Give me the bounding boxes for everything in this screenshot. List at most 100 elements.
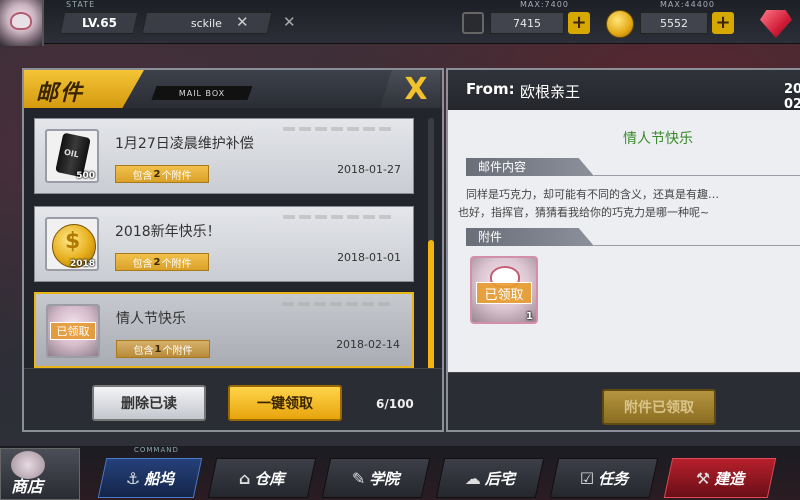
nav-dorm[interactable]: ☁ 后宅 [435,458,545,498]
claim-all-button[interactable]: 一键领取 [228,385,342,421]
nav-academy[interactable]: ✎ 学院 [321,458,431,498]
mail-title: 邮件 [36,81,85,106]
mail-item[interactable]: 2018 2018新年快乐！ 包含2个附件 2018-01-01 [34,206,414,282]
claimed-stamp: 已领取 [476,282,532,304]
nav-label: 仓库 [254,469,285,488]
shop-label: 商店 [11,477,44,496]
mailbox-subtitle: MAIL BOX [151,86,253,100]
oil-barrel-icon: 500 [45,129,99,183]
sender-name: 欧根亲王 [520,83,581,101]
task-icon: ☑ [579,468,595,488]
attachment-badge: 包含 2 个附件 [115,253,209,271]
badge-count: 1 [154,343,162,355]
badge-suffix: 个附件 [161,170,192,182]
mail-scroll-thumb[interactable] [428,240,434,370]
mail-subject: 2018新年快乐！ [115,224,221,240]
fuel-icon [462,12,484,34]
close-button[interactable]: X [380,70,440,108]
close-x-icon: ✕ [236,13,249,31]
mail-item[interactable]: 500 1月27日凌晨维护补偿 包含2个附件 2018-01-27 [34,118,414,194]
badge-prefix: 包含 [133,345,154,357]
mail-count: 6/100 [376,397,414,411]
bottom-nav: 商店 COMMAND ⚓ 船坞 ⌂ 仓库 ✎ 学院 ☁ 后宅 ☑ 任务 ⚒ 建造 [0,446,800,500]
player-name-display[interactable]: sckile [141,12,273,34]
badge-suffix: 个附件 [162,345,193,357]
command-tag: COMMAND [134,446,179,454]
top-status-bar: STATE LV.65 sckile ✕ ✕ MAX:7400 7415 + M… [0,0,800,46]
anchor-icon: ⚓ [125,468,141,488]
mail-body-line: 也好，指挥官，猜猜看我给你的巧克力是哪一种呢~ [458,206,710,219]
badge-suffix: 个附件 [161,258,192,270]
mail-header: 邮件 MAIL BOX X [24,70,442,108]
nav-label: 船坞 [144,469,175,488]
mailbox-subtitle-text: MAIL BOX [178,88,226,98]
shop-button[interactable]: 商店 [0,448,80,500]
mail-subject: 1月27日凌晨维护补偿 [115,136,254,152]
decor-lines [283,127,393,131]
academy-icon: ✎ [352,468,366,488]
player-avatar[interactable] [0,0,44,46]
attachment-claimed-button[interactable]: 附件已领取 [602,389,716,425]
detail-date: 2018-02-14 [784,82,800,112]
fuel-value: 7415 [490,12,564,34]
attachment-badge: 包含 2 个附件 [115,165,209,183]
mail-panel: 邮件 MAIL BOX X 500 1月27日凌晨维护补偿 包含2个附件 201… [22,68,444,432]
badge-count: 2 [153,168,161,180]
nav-label: 学院 [369,469,400,488]
thumb-count: 500 [76,171,95,181]
nav-build[interactable]: ⚒ 建造 [663,458,777,498]
add-fuel-button[interactable]: + [568,12,590,34]
attachment-item[interactable]: 已领取 1 [470,256,538,324]
close-icon: X [404,71,428,107]
player-name: sckile [191,16,223,30]
decor-lines [283,215,393,219]
nav-tasks[interactable]: ☑ 任务 [549,458,659,498]
mail-body-line: 同样是巧克力，却可能有不同的含义，还真是有趣… [466,188,719,201]
attachments-section-tag: 附件 [466,228,594,246]
section-divider [594,245,800,246]
attachment-badge: 包含 1 个附件 [116,340,210,358]
warehouse-icon: ⌂ [239,468,251,488]
badge-prefix: 包含 [132,170,153,182]
detail-footer: 附件已领取 [448,372,800,430]
content-section-tag: 邮件内容 [466,158,594,176]
nav-warehouse[interactable]: ⌂ 仓库 [207,458,317,498]
from-label: From: [466,80,515,98]
mail-subject: 情人节快乐 [116,311,186,327]
delete-read-button[interactable]: 删除已读 [92,385,206,421]
mail-date: 2018-02-14 [336,338,400,351]
claimed-stamp: 已领取 [50,322,96,340]
nav-dock[interactable]: ⚓ 船坞 [97,458,203,498]
mail-date: 2018-01-27 [337,163,401,176]
mail-detail-title: 情人节快乐 [623,131,693,147]
mail-footer: 删除已读 一键领取 6/100 [24,368,442,430]
fuel-max-label: MAX:7400 [520,0,569,9]
build-icon: ⚒ [695,468,711,488]
state-label: STATE [66,0,96,9]
mail-date: 2018-01-01 [337,251,401,264]
coin-max-label: MAX:44400 [660,0,715,9]
badge-count: 2 [153,256,161,268]
character-portrait-icon: 已领取 [46,304,100,358]
nav-label: 后宅 [484,469,515,488]
decor-x-icon: ✕ [283,13,296,31]
coin-value: 5552 [640,12,708,34]
badge-prefix: 包含 [132,258,153,270]
decor-lines [282,302,392,306]
add-coin-button[interactable]: + [712,12,734,34]
attachment-count: 1 [526,311,533,322]
nav-label: 建造 [714,469,745,488]
level-text: LV.65 [81,16,117,30]
gem-icon[interactable] [760,10,792,38]
dorm-icon: ☁ [464,468,481,488]
gold-coin-icon: 2018 [45,217,99,271]
thumb-count: 2018 [69,259,95,269]
mail-body: 同样是巧克力，却可能有不同的含义，还真是有趣… 也好，指挥官，猜猜看我给你的巧克… [458,186,800,222]
mail-detail-panel: From: 欧根亲王 2018-02-14 情人节快乐 邮件内容 同样是巧克力，… [446,68,800,432]
level-display: LV.65 [59,12,139,34]
coin-icon [606,10,634,38]
section-divider [594,175,800,176]
detail-header: From: 欧根亲王 2018-02-14 [448,70,800,112]
nav-label: 任务 [598,469,629,488]
mail-item-selected[interactable]: 已领取 情人节快乐 包含 1 个附件 2018-02-14 [34,292,414,368]
